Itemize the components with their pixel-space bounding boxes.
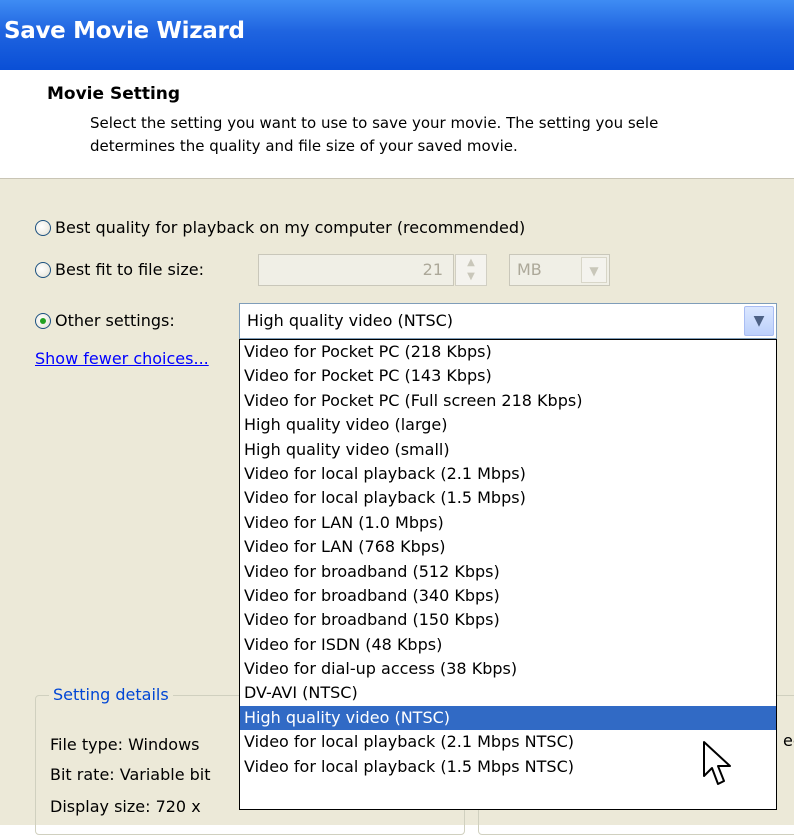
dropdown-option[interactable]: Video for local playback (2.1 Mbps) [240, 462, 776, 486]
chevron-down-icon: ▼ [753, 313, 765, 329]
description-line-1: Select the setting you want to use to sa… [90, 114, 659, 132]
dropdown-option[interactable]: Video for Pocket PC (218 Kbps) [240, 340, 776, 364]
dropdown-option[interactable]: Video for local playback (1.5 Mbps) [240, 486, 776, 510]
wizard-header: Movie Setting Select the setting you wan… [0, 70, 794, 179]
setting-details-title: Setting details [49, 685, 173, 704]
dropdown-option[interactable]: Video for Pocket PC (Full screen 218 Kbp… [240, 389, 776, 413]
detail-bit-rate: Bit rate: Variable bit [50, 765, 211, 784]
best-quality-label[interactable]: Best quality for playback on my computer… [55, 218, 525, 237]
settings-dropdown-list[interactable]: Video for Pocket PC (218 Kbps) Video for … [239, 339, 777, 810]
dropdown-option[interactable]: Video for broadband (340 Kbps) [240, 584, 776, 608]
detail-file-type: File type: Windows [50, 735, 200, 754]
combo-value: High quality video (NTSC) [247, 311, 454, 330]
other-settings-label[interactable]: Other settings: [55, 311, 175, 330]
file-size-input[interactable]: 21 [258, 254, 454, 286]
dropdown-option[interactable]: Video for dial-up access (38 Kbps) [240, 657, 776, 681]
description-line-2: determines the quality and file size of … [90, 137, 518, 155]
dropdown-option[interactable]: Video for LAN (768 Kbps) [240, 535, 776, 559]
dropdown-option[interactable]: Video for ISDN (48 Kbps) [240, 633, 776, 657]
dropdown-option[interactable]: High quality video (NTSC) [240, 705, 776, 731]
window-title: Save Movie Wizard [4, 18, 245, 44]
file-size-unit-select[interactable]: MB ▼ [509, 254, 610, 286]
spin-up-icon[interactable]: ▲ [458, 256, 484, 269]
mouse-pointer-icon [703, 741, 731, 785]
dropdown-option[interactable]: Video for LAN (1.0 Mbps) [240, 511, 776, 535]
best-fit-radio[interactable] [35, 262, 51, 278]
dropdown-option[interactable]: High quality video (large) [240, 413, 776, 437]
file-info-partial-text: ec [783, 731, 794, 750]
dropdown-option[interactable]: Video for local playback (2.1 Mbps NTSC) [240, 730, 776, 754]
dropdown-option[interactable]: Video for Pocket PC (143 Kbps) [240, 364, 776, 388]
other-settings-combo[interactable]: High quality video (NTSC) ▼ [239, 303, 777, 339]
other-settings-radio[interactable] [35, 313, 51, 329]
detail-display-size: Display size: 720 x [50, 797, 201, 816]
page-title: Movie Setting [47, 84, 181, 104]
unit-value: MB [517, 260, 542, 279]
chevron-down-icon[interactable]: ▼ [581, 257, 607, 283]
page-description: Select the setting you want to use to sa… [90, 112, 658, 158]
dropdown-option[interactable]: DV-AVI (NTSC) [240, 681, 776, 705]
dropdown-option[interactable]: Video for broadband (150 Kbps) [240, 608, 776, 632]
dropdown-option[interactable]: Video for local playback (1.5 Mbps NTSC) [240, 755, 776, 779]
wizard-titlebar: Save Movie Wizard [0, 0, 794, 70]
dropdown-option[interactable]: High quality video (small) [240, 438, 776, 462]
dropdown-option[interactable]: Video for broadband (512 Kbps) [240, 560, 776, 584]
file-size-spinner[interactable]: ▲ ▼ [455, 254, 487, 286]
best-fit-label[interactable]: Best fit to file size: [55, 260, 204, 279]
show-fewer-choices-link[interactable]: Show fewer choices... [35, 349, 209, 368]
best-quality-radio[interactable] [35, 220, 51, 236]
spin-down-icon[interactable]: ▼ [458, 270, 484, 283]
combo-dropdown-button[interactable]: ▼ [744, 306, 774, 336]
